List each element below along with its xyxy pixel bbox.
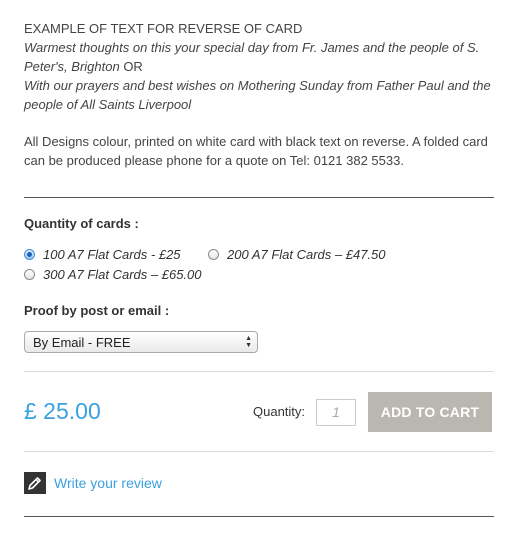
quantity-option-200[interactable]: 200 A7 Flat Cards – £47.50 bbox=[208, 247, 386, 262]
divider bbox=[24, 371, 494, 372]
option-label: 300 A7 Flat Cards – £65.00 bbox=[43, 267, 202, 282]
option-label: 200 A7 Flat Cards – £47.50 bbox=[227, 247, 386, 262]
quantity-input[interactable]: 1 bbox=[316, 399, 356, 426]
example-text-1: Warmest thoughts on this your special da… bbox=[24, 40, 480, 74]
proof-select[interactable]: By Email - FREE ▲ ▼ bbox=[24, 331, 258, 353]
divider bbox=[24, 451, 494, 452]
radio-icon[interactable] bbox=[208, 249, 219, 260]
quantity-label: Quantity of cards : bbox=[24, 216, 139, 231]
proof-label: Proof by post or email : bbox=[24, 303, 170, 318]
quantity-field-label: Quantity: bbox=[253, 404, 306, 419]
radio-selected-icon[interactable] bbox=[24, 249, 35, 260]
reverse-text-heading: EXAMPLE OF TEXT FOR REVERSE OF CARD bbox=[24, 21, 303, 36]
write-review-link[interactable]: Write your review bbox=[54, 475, 162, 491]
quantity-option-100[interactable]: 100 A7 Flat Cards - £25 bbox=[24, 247, 181, 262]
add-to-cart-button[interactable]: ADD TO CART bbox=[368, 392, 492, 432]
product-description: EXAMPLE OF TEXT FOR REVERSE OF CARD Warm… bbox=[24, 19, 499, 170]
pencil-edit-icon bbox=[24, 472, 46, 494]
quantity-option-300[interactable]: 300 A7 Flat Cards – £65.00 bbox=[24, 267, 202, 282]
select-arrows-icon: ▲ ▼ bbox=[245, 335, 252, 349]
proof-selected-value: By Email - FREE bbox=[33, 334, 131, 350]
write-review[interactable]: Write your review bbox=[24, 472, 162, 494]
option-label: 100 A7 Flat Cards - £25 bbox=[43, 247, 181, 262]
example-text-2: With our prayers and best wishes on Moth… bbox=[24, 78, 491, 112]
divider bbox=[24, 197, 494, 198]
design-info-text: All Designs colour, printed on white car… bbox=[24, 134, 488, 168]
radio-icon[interactable] bbox=[24, 269, 35, 280]
divider bbox=[24, 516, 494, 517]
or-text: OR bbox=[119, 59, 143, 74]
product-price: £ 25.00 bbox=[24, 398, 101, 424]
